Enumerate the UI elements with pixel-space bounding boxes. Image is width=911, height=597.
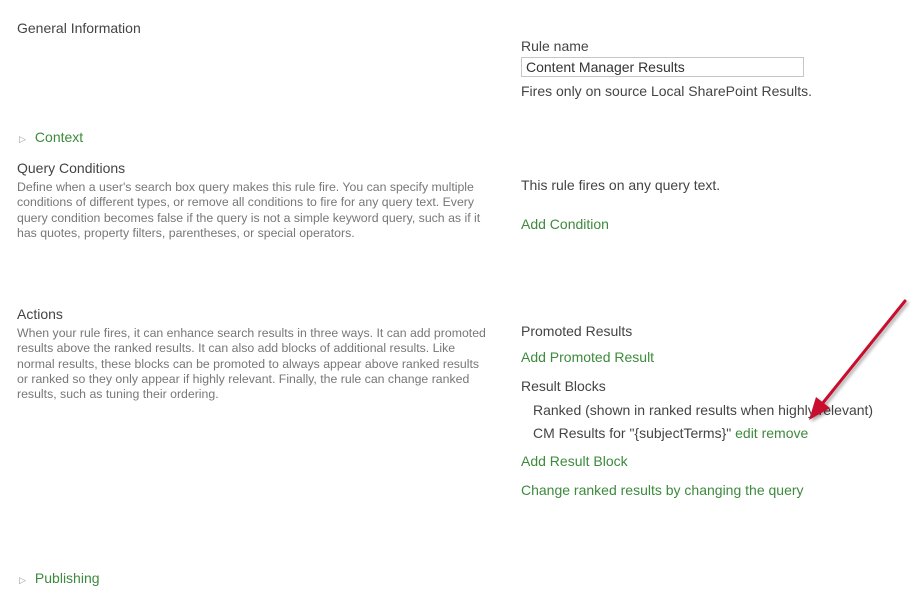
actions-description: When your rule fires, it can enhance sea…: [17, 326, 486, 402]
publishing-link[interactable]: Publishing: [35, 570, 100, 586]
triangle-right-icon: ▷: [19, 575, 26, 585]
context-expander[interactable]: ▷ Context: [19, 129, 83, 147]
add-promoted-result-link[interactable]: Add Promoted Result: [521, 349, 654, 365]
rule-name-label: Rule name: [521, 38, 589, 54]
edit-link[interactable]: edit: [735, 425, 758, 441]
rule-name-input[interactable]: [521, 57, 804, 77]
publishing-expander[interactable]: ▷ Publishing: [19, 570, 100, 588]
general-information-title: General Information: [17, 20, 141, 36]
query-status-text: This rule fires on any query text.: [521, 177, 721, 193]
result-blocks-label: Result Blocks: [521, 378, 606, 394]
triangle-right-icon: ▷: [19, 134, 26, 144]
context-link[interactable]: Context: [35, 129, 83, 145]
add-result-block-link[interactable]: Add Result Block: [521, 453, 628, 469]
change-ranked-results-link[interactable]: Change ranked results by changing the qu…: [521, 482, 804, 498]
promoted-results-label: Promoted Results: [521, 323, 633, 339]
result-block-name: CM Results for "{subjectTerms}": [533, 425, 732, 441]
arrow-icon: [809, 299, 907, 420]
actions-title: Actions: [17, 306, 63, 322]
source-note: Fires only on source Local SharePoint Re…: [521, 83, 813, 99]
query-conditions-title: Query Conditions: [17, 160, 126, 176]
remove-link[interactable]: remove: [762, 425, 809, 441]
add-condition-link[interactable]: Add Condition: [521, 216, 609, 232]
query-conditions-description: Define when a user's search box query ma…: [17, 180, 481, 240]
result-block-row: CM Results for "{subjectTerms}" edit rem…: [533, 425, 808, 441]
